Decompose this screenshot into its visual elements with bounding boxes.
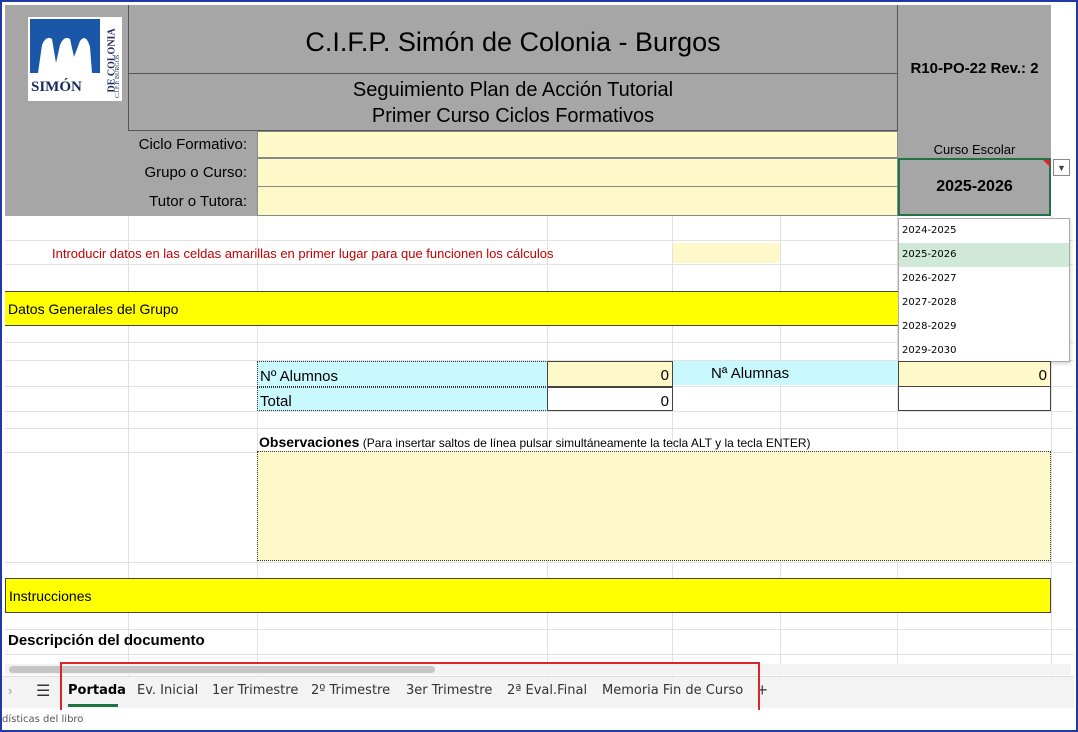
logo-side-text: DE COLONIA C.I.F.P. BURGOS xyxy=(106,28,122,98)
comment-indicator xyxy=(1043,160,1050,167)
grupo-input[interactable] xyxy=(257,158,898,187)
total-empty-cell xyxy=(898,387,1051,411)
section-datos-generales: Datos Generales del Grupo xyxy=(5,291,898,326)
section-instrucciones: Instrucciones xyxy=(5,578,1051,613)
tutor-input[interactable] xyxy=(257,186,898,216)
school-title: C.I.F.P. Simón de Colonia - Burgos xyxy=(305,26,721,57)
notice-yellow-cell[interactable] xyxy=(673,243,780,263)
status-bar-text[interactable]: dísticas del libro xyxy=(2,714,83,725)
dropdown-option[interactable]: 2027-2028 xyxy=(899,291,1069,315)
observaciones-textarea[interactable] xyxy=(257,451,1051,561)
alumnas-label: Nª Alumnas xyxy=(673,361,898,385)
observaciones-label: Observaciones xyxy=(259,434,360,450)
total-value: 0 xyxy=(547,387,673,411)
notice-text: Introducir datos en las celdas amarillas… xyxy=(52,246,554,261)
subtitle-plan: Seguimiento Plan de Acción Tutorial xyxy=(352,78,674,101)
dropdown-option[interactable]: 2024-2025 xyxy=(899,219,1069,243)
curso-escolar-cell[interactable]: 2025-2026 xyxy=(898,158,1051,216)
document-code: R10-PO-22 Rev.: 2 xyxy=(910,59,1039,77)
ciclo-input[interactable] xyxy=(257,131,898,158)
tutor-label: Tutor o Tutora: xyxy=(149,192,247,210)
dropdown-option-selected[interactable]: 2025-2026 xyxy=(899,243,1069,267)
dropdown-option[interactable]: 2029-2030 xyxy=(899,339,1069,363)
subtitle-curso: Primer Curso Ciclos Formativos xyxy=(371,104,655,127)
curso-dropdown-list: 2024-2025 2025-2026 2026-2027 2027-2028 … xyxy=(898,218,1070,362)
school-logo: SIMÓN DE COLONIA C.I.F.P. BURGOS xyxy=(28,17,122,101)
alumnos-value[interactable]: 0 xyxy=(547,361,673,387)
observaciones-heading: Observaciones (Para insertar saltos de l… xyxy=(259,433,1039,451)
logo-text: SIMÓN xyxy=(31,79,82,95)
alumnas-value[interactable]: 0 xyxy=(898,361,1051,387)
observaciones-hint: (Para insertar saltos de línea pulsar si… xyxy=(359,436,811,450)
header-divider xyxy=(128,73,898,74)
all-sheets-menu-icon[interactable]: ☰ xyxy=(36,681,50,701)
grupo-label: Grupo o Curso: xyxy=(144,164,247,181)
status-bar xyxy=(2,710,1074,728)
dropdown-option[interactable]: 2026-2027 xyxy=(899,267,1069,291)
descripcion-heading: Descripción del documento xyxy=(8,632,205,649)
total-label: Total xyxy=(257,387,548,411)
curso-escolar-label: Curso Escolar xyxy=(933,141,1016,157)
dropdown-option[interactable]: 2028-2029 xyxy=(899,315,1069,339)
alumnos-label: Nº Alumnos xyxy=(257,361,548,387)
ciclo-label: Ciclo Formativo: xyxy=(138,136,247,153)
chevron-right-icon[interactable]: › xyxy=(8,683,12,698)
dropdown-arrow-button[interactable]: ▼ xyxy=(1053,159,1070,176)
